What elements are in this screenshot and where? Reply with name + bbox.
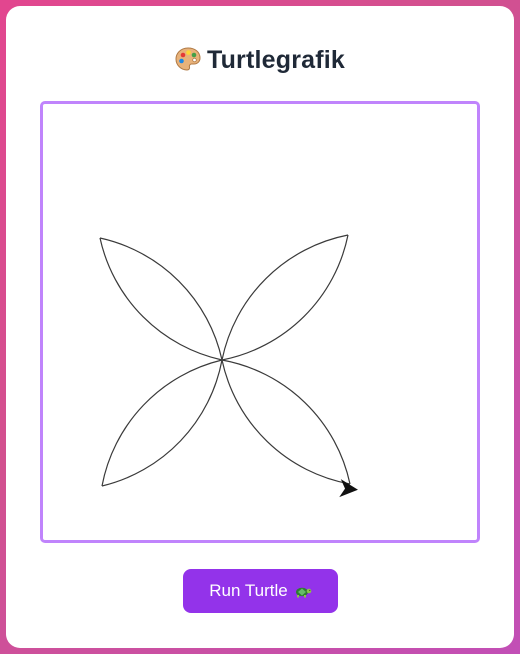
palette-icon bbox=[175, 47, 201, 71]
petal-upper-right bbox=[221, 234, 349, 361]
petal-upper-left-inner bbox=[99, 237, 223, 361]
petal-upper-left bbox=[99, 237, 223, 361]
turtle-drawing bbox=[99, 234, 358, 498]
run-turtle-label: Run Turtle bbox=[209, 581, 288, 600]
petal-lower-right bbox=[221, 359, 351, 485]
drawing-canvas[interactable] bbox=[40, 101, 480, 543]
run-turtle-button[interactable]: Run Turtle bbox=[183, 569, 338, 613]
petal-upper-right-inner bbox=[221, 234, 349, 361]
turtle-icon bbox=[295, 587, 312, 598]
petal-lower-left bbox=[101, 359, 223, 487]
app-card: Turtlegrafik Run Turtle bbox=[6, 6, 514, 648]
petal-lower-right-inner bbox=[221, 359, 351, 485]
page-title-text: Turtlegrafik bbox=[206, 46, 346, 74]
petal-lower-left-inner bbox=[101, 359, 223, 487]
page-title: Turtlegrafik bbox=[6, 46, 514, 75]
